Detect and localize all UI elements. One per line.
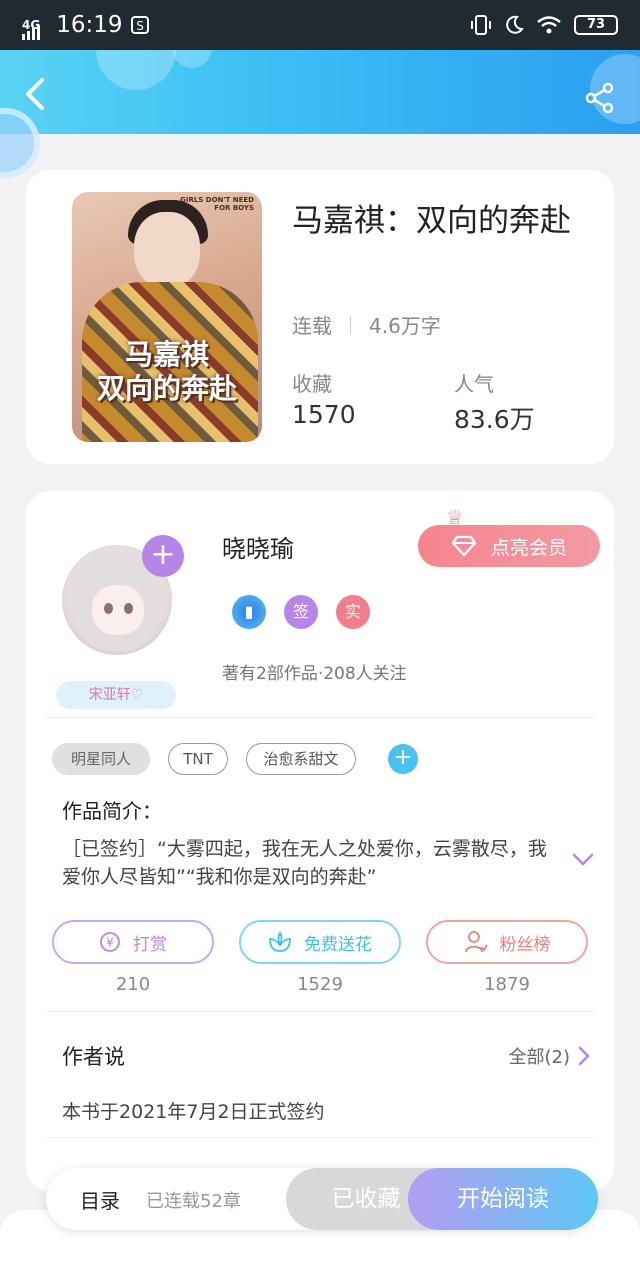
wifi-icon [537, 16, 561, 34]
author-stats: 著有2部作品·208人关注 [222, 664, 407, 684]
bottom-action-bar: 目录 已连载52章 已收藏 开始阅读 [46, 1168, 598, 1230]
collect-count: 1570 [292, 400, 356, 429]
avatar-art [104, 603, 113, 614]
word-count: 4.6万字 [369, 314, 441, 338]
notification-icon: S [130, 16, 149, 34]
divider [350, 315, 351, 334]
popularity-count: 83.6万 [454, 405, 535, 434]
signal-icon [22, 25, 41, 40]
follow-author-button[interactable]: + [142, 535, 184, 577]
share-icon[interactable] [584, 82, 616, 114]
tag-chip[interactable]: TNT [168, 743, 228, 775]
clock: 16:19 [56, 12, 123, 38]
svg-text:S: S [136, 19, 144, 33]
chevron-down-icon[interactable] [572, 853, 594, 867]
intro-text: ［已签约］“大雾四起，我在无人之处爱你，云雾散尽，我爱你人尽皆知”“我和你是双向… [62, 838, 547, 888]
book-meta: 连载 4.6万字 [292, 310, 441, 339]
tag-chip[interactable]: 治愈系甜文 [246, 743, 356, 775]
author-says-text: 本书于2021年7月2日正式签约 [62, 1101, 325, 1123]
send-flower-button[interactable]: 免费送花 [239, 920, 401, 964]
collect-label: 收藏 [292, 372, 332, 396]
flower-count: 1529 [297, 974, 343, 995]
status-bar: 4G 16:19 S 73 [0, 0, 640, 50]
intro-title: 作品简介： [62, 799, 162, 823]
flower-icon [269, 931, 291, 952]
avatar-art [124, 603, 133, 614]
diamond-icon [451, 535, 477, 557]
yen-icon: ¥ [100, 932, 120, 952]
decor-bubble [172, 50, 212, 68]
vip-button[interactable]: 点亮会员 [418, 525, 600, 567]
cover-title: 马嘉祺 双向的奔赴 [96, 338, 237, 405]
fan-badge: 宋亚轩♡ [56, 681, 176, 709]
toc-button[interactable]: 目录 [80, 1185, 120, 1214]
author-name[interactable]: 晓晓瑜 [222, 529, 294, 564]
tag-chip[interactable]: 明星同人 [52, 743, 150, 775]
author-says-all-label: 全部(2) [508, 1047, 571, 1068]
author-says-all-link[interactable]: 全部(2) [509, 1043, 591, 1069]
book-info-card: GIRLS DON'T NEED FOR BOYS 马嘉祺 双向的奔赴 马嘉祺：… [26, 170, 614, 464]
cover-art [134, 212, 200, 288]
level-badge-icon: ▮ [232, 595, 266, 629]
fan-rank-count: 1879 [484, 974, 530, 995]
chapter-count: 已连载52章 [146, 1191, 241, 1212]
user-icon [464, 931, 488, 953]
chevron-right-icon [578, 1046, 590, 1066]
reward-count: 210 [115, 974, 151, 995]
book-details-card: + 宋亚轩♡ 晓晓瑜 ♕ 点亮会员 ▮ 签 实 著有2部作品·208人关注 明星… [26, 491, 614, 1191]
book-title: 马嘉祺：双向的奔赴 [292, 203, 571, 239]
book-status: 连载 [292, 314, 332, 338]
verified-badge-icon: 实 [336, 595, 370, 629]
send-flower-label: 免费送花 [304, 934, 372, 955]
signed-badge-icon: 签 [284, 595, 318, 629]
top-nav-bar [0, 50, 640, 134]
back-arrow-icon[interactable] [20, 76, 52, 112]
author-says-title: 作者说 [62, 1045, 125, 1069]
svg-text:¥: ¥ [106, 936, 114, 950]
fan-rank-button[interactable]: 粉丝榜 [426, 920, 588, 964]
reward-label: 打赏 [133, 934, 167, 955]
avatar-art [92, 585, 144, 635]
reward-button[interactable]: ¥ 打赏 [52, 920, 214, 964]
add-tag-button[interactable]: + [388, 744, 418, 774]
divider [46, 1137, 594, 1138]
book-cover[interactable]: GIRLS DON'T NEED FOR BOYS 马嘉祺 双向的奔赴 [72, 192, 262, 442]
divider [46, 717, 594, 718]
divider [46, 1011, 594, 1012]
fan-rank-label: 粉丝榜 [499, 934, 551, 955]
battery-icon: 73 [574, 15, 618, 35]
vip-button-label: 点亮会员 [490, 536, 567, 559]
decor-bubble [96, 50, 176, 90]
start-reading-button[interactable]: 开始阅读 [408, 1168, 598, 1230]
popularity-label: 人气 [454, 372, 494, 396]
moon-icon [506, 15, 524, 34]
cover-small-text: GIRLS DON'T NEED FOR BOYS [180, 196, 254, 212]
vibrate-icon [471, 15, 491, 35]
